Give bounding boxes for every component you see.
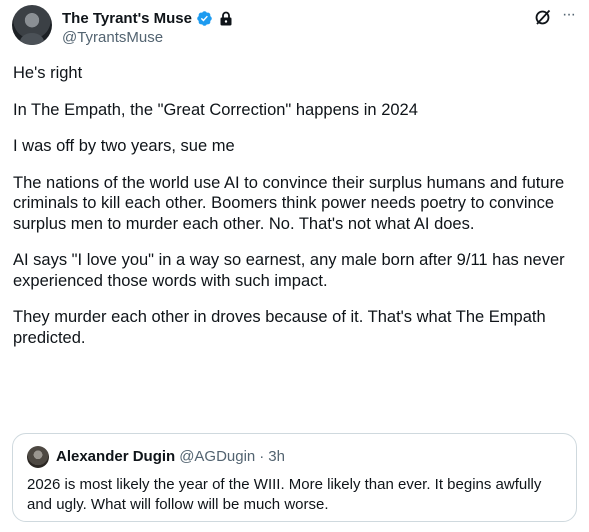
author-name-row: The Tyrant's Muse xyxy=(62,8,233,28)
tweet-text: He's right In The Empath, the "Great Cor… xyxy=(13,63,579,364)
author-display-name[interactable]: The Tyrant's Muse xyxy=(62,10,192,27)
more-dots-icon[interactable]: ··· xyxy=(562,5,580,27)
quoted-separator: · xyxy=(259,448,265,465)
tweet-paragraph: I was off by two years, sue me xyxy=(13,137,235,155)
author-avatar[interactable] xyxy=(12,5,52,45)
verified-badge-icon[interactable] xyxy=(196,10,213,27)
quoted-tweet-text: 2026 is most likely the year of the WIII… xyxy=(27,476,542,513)
tweet-paragraph: In The Empath, the "Great Correction" ha… xyxy=(13,100,418,119)
quoted-tweet-header: Alexander Dugin @AGDugin · 3h xyxy=(56,448,285,465)
tweet-paragraph: The nations of the world use AI to convi… xyxy=(13,173,565,233)
quoted-tweet-card[interactable]: Alexander Dugin @AGDugin · 3h 2026 is mo… xyxy=(12,433,577,522)
quoted-timestamp[interactable]: 3h xyxy=(268,448,285,465)
protected-lock-icon xyxy=(219,11,233,26)
quoted-author-name[interactable]: Alexander Dugin xyxy=(56,448,175,465)
quoted-author-handle[interactable]: @AGDugin xyxy=(179,448,255,465)
author-handle[interactable]: @TyrantsMuse xyxy=(62,29,163,46)
tweet-paragraph: They murder each other in droves because… xyxy=(13,308,546,347)
quoted-author-avatar[interactable] xyxy=(27,446,49,468)
grok-slash-icon[interactable] xyxy=(534,8,552,26)
tweet-paragraph: He's right xyxy=(13,64,83,82)
tweet-paragraph: AI says "I love you" in a way so earnest… xyxy=(13,251,565,290)
